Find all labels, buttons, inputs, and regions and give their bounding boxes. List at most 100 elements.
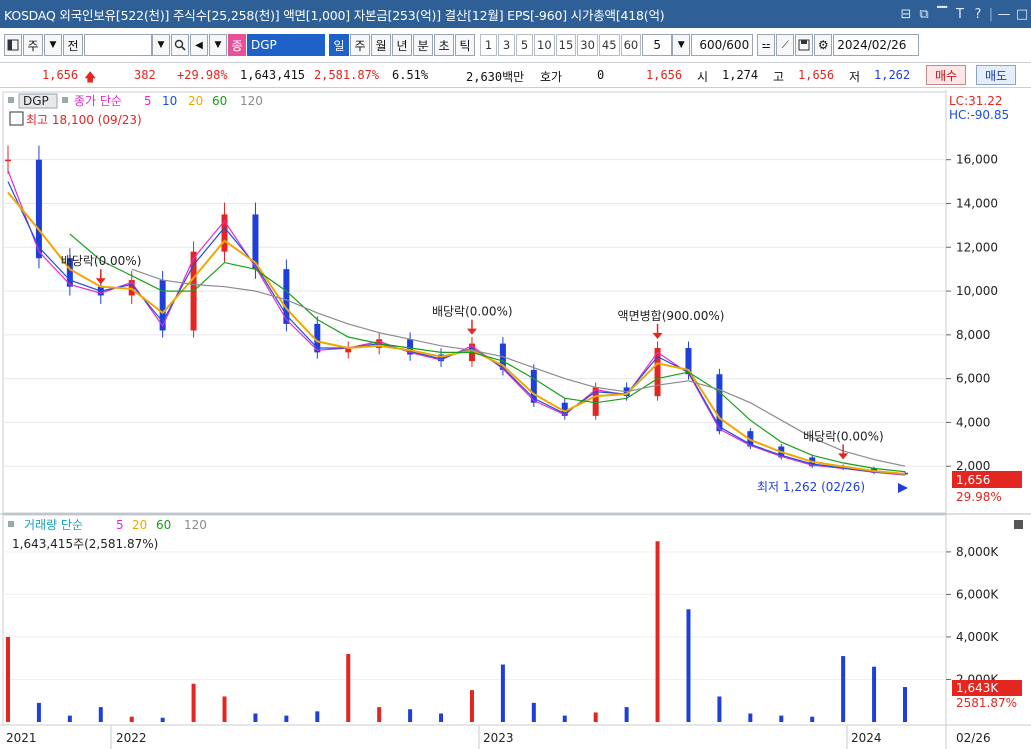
vol-ma-legend-5: 5 bbox=[116, 518, 124, 532]
sell-button[interactable]: 매도 bbox=[976, 65, 1016, 85]
interval-button-3[interactable]: 3 bbox=[498, 34, 515, 56]
volume-bar bbox=[377, 707, 382, 722]
volume-bar bbox=[810, 716, 815, 722]
volume-bar bbox=[655, 541, 660, 722]
pin-icon[interactable]: ▔ bbox=[933, 7, 951, 22]
interval-button-45[interactable]: 45 bbox=[598, 34, 620, 56]
trendline-icon[interactable]: ⟋ bbox=[776, 34, 795, 56]
volume-bar bbox=[748, 713, 753, 722]
ma-line-120 bbox=[131, 268, 906, 467]
period-tab-day[interactable]: 일 bbox=[329, 34, 349, 56]
stock-code-input[interactable] bbox=[84, 34, 152, 56]
annotation-arrow-icon bbox=[466, 328, 477, 335]
count-input[interactable]: 600/600 bbox=[691, 34, 754, 56]
low-label: 저 bbox=[849, 70, 861, 84]
volume-bar bbox=[469, 690, 474, 722]
market-dropdown-icon[interactable]: ▼ bbox=[44, 34, 62, 56]
indicator-icon[interactable]: ⚍ bbox=[757, 34, 776, 56]
interval-button-30[interactable]: 30 bbox=[577, 34, 598, 56]
volume-bar bbox=[222, 696, 227, 722]
period-tab-second[interactable]: 초 bbox=[434, 34, 454, 56]
detach-window-icon[interactable]: ⧉ bbox=[915, 7, 933, 22]
restore-window-icon[interactable]: ⊟ bbox=[897, 7, 915, 22]
stock-tag-label: DGP bbox=[23, 94, 49, 108]
disk-glyph bbox=[798, 39, 810, 51]
price-panel-handle-icon[interactable] bbox=[8, 97, 14, 103]
interval-button-60[interactable]: 60 bbox=[620, 34, 642, 56]
interval-button-15[interactable]: 15 bbox=[555, 34, 577, 56]
table-view-icon[interactable] bbox=[9, 111, 24, 126]
volume-bar bbox=[624, 707, 629, 722]
volume-bar bbox=[531, 702, 536, 722]
font-size-icon[interactable]: T bbox=[951, 7, 969, 22]
lc-value: LC:31.22 bbox=[949, 94, 1002, 108]
volume-y-tick-label: 8,000K bbox=[956, 545, 999, 559]
settings-gear-icon[interactable]: ⚙ bbox=[814, 34, 833, 56]
period-tab-year[interactable]: 년 bbox=[392, 34, 412, 56]
interval-button-10[interactable]: 10 bbox=[534, 34, 555, 56]
panel-toggle-icon[interactable] bbox=[4, 34, 22, 56]
sound-icon[interactable]: ◀ bbox=[190, 34, 208, 56]
current-price: 1,656 bbox=[42, 68, 79, 82]
interval-button-5[interactable]: 5 bbox=[516, 34, 533, 56]
interval-select[interactable]: 5 bbox=[642, 34, 673, 56]
volume-bar bbox=[562, 715, 567, 722]
volume-bar bbox=[284, 715, 289, 722]
stock-name-text: DGP bbox=[251, 38, 277, 52]
quote-bar: 1,656 🡅 382 +29.98% 1,643,415 2,581.87% … bbox=[0, 62, 1031, 88]
volume-panel-menu-icon[interactable] bbox=[1014, 520, 1023, 529]
volume-bar bbox=[841, 656, 846, 722]
help-icon[interactable]: ? bbox=[969, 7, 987, 22]
sound-dropdown-icon[interactable]: ▼ bbox=[209, 34, 227, 56]
low-value: 1,262 bbox=[874, 68, 911, 82]
period-tab-tick[interactable]: 틱 bbox=[455, 34, 475, 56]
price-change: 382 bbox=[134, 68, 156, 82]
search-icon[interactable] bbox=[171, 34, 189, 56]
ma-line-20 bbox=[7, 191, 906, 475]
price-y-tick-label: 4,000 bbox=[956, 415, 990, 429]
volume-bar bbox=[129, 716, 134, 722]
magnifier-glyph bbox=[174, 39, 186, 51]
ma-legend-10: 10 bbox=[162, 94, 177, 108]
x-label-2021: 2021 bbox=[6, 731, 37, 745]
chart-area[interactable]: 배당락(0.00%) 배당락(0.00%) 액면병합(900.00%) 배당락(0.0… bbox=[0, 90, 1031, 749]
candle-body bbox=[221, 214, 228, 252]
turnover-rate: 6.51% bbox=[392, 68, 429, 82]
annotation-label: 배당락(0.00%) bbox=[803, 429, 884, 443]
volume-bar bbox=[872, 666, 877, 722]
minimize-icon[interactable]: — bbox=[995, 7, 1013, 22]
price-ma-legend-title: 종가 단순 bbox=[74, 94, 122, 108]
chart-toolbar: 주 ▼ 전 ▼ ◀ ▼ 종 DGP 일 주 월 년 분 초 틱 1 3 5 10… bbox=[0, 32, 1031, 58]
count-value: 600 bbox=[699, 38, 723, 52]
stock-name-field[interactable]: DGP bbox=[247, 34, 325, 56]
maximize-icon[interactable]: □ bbox=[1013, 7, 1031, 22]
code-dropdown-icon[interactable]: ▼ bbox=[152, 34, 170, 56]
volume-y-axis-labels: 2,000K4,000K6,000K8,000K bbox=[946, 545, 999, 686]
vol-ma-legend-60: 60 bbox=[156, 518, 171, 532]
last-volume-pct: 2581.87% bbox=[956, 696, 1017, 710]
period-tab-week[interactable]: 주 bbox=[350, 34, 370, 56]
hoga-label: 호가 bbox=[540, 70, 563, 84]
annotation-arrow-icon bbox=[652, 332, 663, 339]
price-y-tick-label: 12,000 bbox=[956, 240, 998, 254]
volume-bar bbox=[779, 715, 784, 722]
date-input[interactable]: 2024/02/26 bbox=[833, 34, 920, 56]
chart-canvas[interactable]: 배당락(0.00%) 배당락(0.00%) 액면병합(900.00%) 배당락(0.0… bbox=[0, 90, 1031, 749]
market-selector[interactable]: 주 bbox=[23, 34, 43, 56]
period-tab-minute[interactable]: 분 bbox=[413, 34, 433, 56]
save-icon[interactable] bbox=[795, 34, 814, 56]
window-title: KOSDAQ 외국인보유[522(천)] 주식수[25,258(천)] 액면[1… bbox=[4, 7, 665, 23]
jeon-button[interactable]: 전 bbox=[63, 34, 83, 56]
up-arrow-icon: 🡅 bbox=[84, 70, 97, 84]
volume-bars bbox=[6, 541, 907, 722]
period-tab-month[interactable]: 월 bbox=[371, 34, 391, 56]
ma-legend-5: 5 bbox=[144, 94, 152, 108]
volume-panel-handle-icon[interactable] bbox=[8, 521, 14, 527]
volume-current-text: 1,643,415주(2,581.87%) bbox=[12, 537, 158, 551]
x-label-2023: 2023 bbox=[483, 731, 514, 745]
x-label-end-date: 02/26 bbox=[956, 731, 991, 745]
buy-button[interactable]: 매수 bbox=[926, 65, 966, 85]
interval-dropdown-icon[interactable]: ▼ bbox=[672, 34, 691, 56]
period-low-note: 최저 1,262 (02/26) bbox=[757, 480, 865, 494]
interval-button-1[interactable]: 1 bbox=[480, 34, 497, 56]
